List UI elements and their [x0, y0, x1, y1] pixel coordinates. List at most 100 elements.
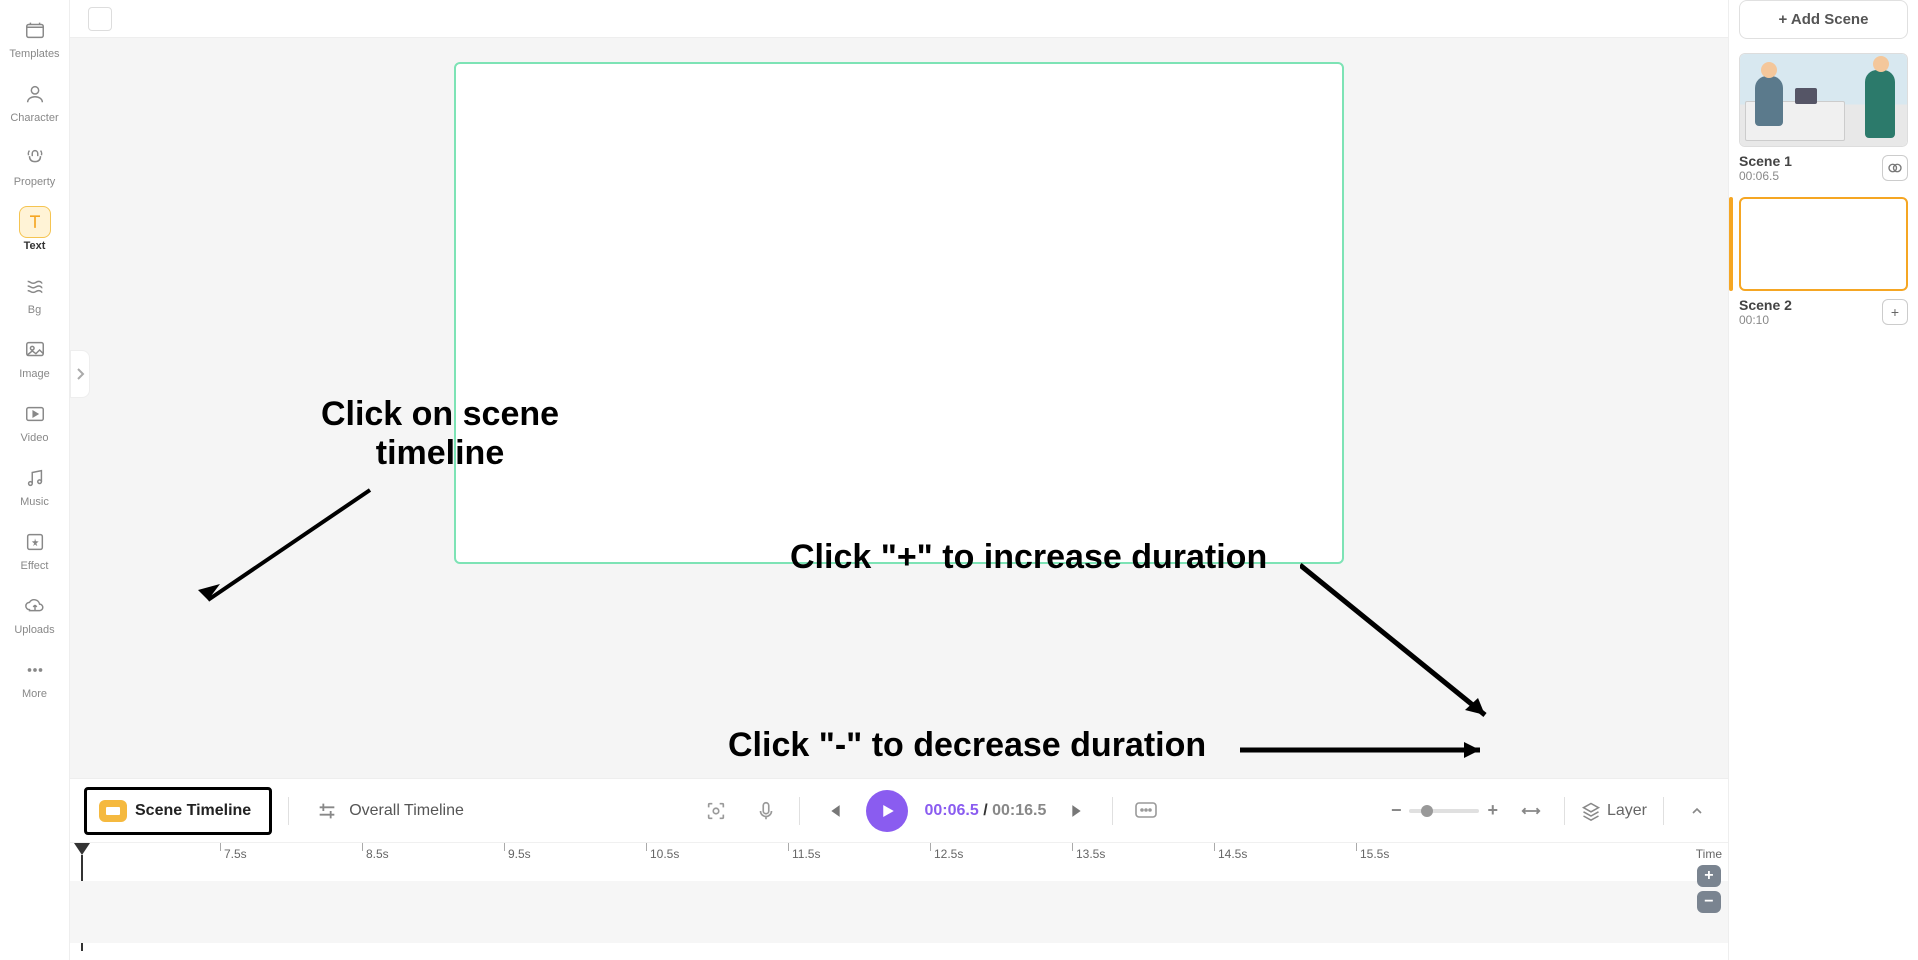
- scene-transition-button[interactable]: [1882, 155, 1908, 181]
- ruler-tick: 12.5s: [934, 847, 963, 861]
- more-icon: [19, 654, 51, 686]
- layer-label: Layer: [1607, 802, 1647, 820]
- text-icon: [19, 206, 51, 238]
- divider: [288, 797, 289, 825]
- timeline-ruler[interactable]: 7.5s 8.5s 9.5s 10.5s 11.5s 12.5s 13.5s 1…: [70, 843, 1728, 869]
- sidebar-item-label: Text: [24, 240, 46, 252]
- sidebar-item-more[interactable]: More: [5, 648, 65, 706]
- sidebar-item-property[interactable]: Property: [5, 136, 65, 194]
- scene-timeline-label: Scene Timeline: [135, 802, 251, 820]
- caption-button[interactable]: [1129, 794, 1163, 828]
- skip-forward-button[interactable]: [1062, 794, 1096, 828]
- scene-card[interactable]: Scene 1 00:06.5: [1739, 53, 1908, 183]
- left-sidebar: Templates Character Property Text Bg Ima…: [0, 0, 70, 960]
- sidebar-item-label: More: [22, 688, 47, 700]
- ruler-tick: 14.5s: [1218, 847, 1247, 861]
- sidebar-item-label: Uploads: [14, 624, 54, 636]
- microphone-button[interactable]: [749, 794, 783, 828]
- sidebar-item-label: Video: [21, 432, 49, 444]
- scene-add-button[interactable]: +: [1882, 299, 1908, 325]
- scene-timeline-icon: [99, 800, 127, 822]
- sidebar-item-templates[interactable]: Templates: [5, 8, 65, 66]
- timeline-toolbar: Scene Timeline Overall Timeline 00:06.5 …: [70, 778, 1728, 842]
- increase-duration-button[interactable]: +: [1697, 865, 1721, 887]
- effect-icon: [19, 526, 51, 558]
- sidebar-item-character[interactable]: Character: [5, 72, 65, 130]
- character-icon: [19, 78, 51, 110]
- collapse-timeline-button[interactable]: [1680, 794, 1714, 828]
- ruler-tick: 8.5s: [366, 847, 389, 861]
- time-display: 00:06.5 / 00:16.5: [924, 802, 1046, 820]
- stage-canvas[interactable]: [454, 62, 1344, 564]
- mini-thumbnail[interactable]: [88, 7, 112, 31]
- ruler-tick: 9.5s: [508, 847, 531, 861]
- ruler-tick: 7.5s: [224, 847, 247, 861]
- camera-focus-button[interactable]: [699, 794, 733, 828]
- time-column-label: Time: [1696, 847, 1722, 861]
- sidebar-item-label: Bg: [28, 304, 41, 316]
- sidebar-item-image[interactable]: Image: [5, 328, 65, 386]
- sidebar-item-label: Effect: [21, 560, 49, 572]
- uploads-icon: [19, 590, 51, 622]
- layer-button[interactable]: Layer: [1581, 801, 1647, 821]
- property-icon: [19, 142, 51, 174]
- sidebar-item-label: Image: [19, 368, 50, 380]
- sidebar-item-label: Character: [10, 112, 58, 124]
- overall-timeline-icon: [313, 800, 341, 822]
- play-button[interactable]: [866, 790, 908, 832]
- scene-thumbnail[interactable]: [1739, 53, 1908, 147]
- decrease-duration-button[interactable]: −: [1697, 891, 1721, 913]
- sidebar-item-label: Music: [20, 496, 49, 508]
- divider: [799, 797, 800, 825]
- canvas-area: [70, 38, 1728, 778]
- scene-thumbnail[interactable]: [1739, 197, 1908, 291]
- zoom-minus[interactable]: −: [1391, 800, 1402, 821]
- sidebar-item-effect[interactable]: Effect: [5, 520, 65, 578]
- expand-panel-handle[interactable]: [70, 350, 90, 398]
- ruler-tick: 15.5s: [1360, 847, 1389, 861]
- zoom-slider[interactable]: [1409, 809, 1479, 813]
- sidebar-item-video[interactable]: Video: [5, 392, 65, 450]
- scene-duration: 00:06.5: [1739, 169, 1792, 183]
- templates-icon: [19, 14, 51, 46]
- divider: [1112, 797, 1113, 825]
- top-strip: [70, 0, 1728, 38]
- scene-title: Scene 1: [1739, 153, 1792, 169]
- music-icon: [19, 462, 51, 494]
- skip-back-button[interactable]: [816, 794, 850, 828]
- image-icon: [19, 334, 51, 366]
- scene-title: Scene 2: [1739, 297, 1792, 313]
- ruler-tick: 11.5s: [792, 847, 820, 861]
- fit-width-button[interactable]: [1514, 794, 1548, 828]
- scene-timeline-button[interactable]: Scene Timeline: [91, 794, 259, 828]
- video-icon: [19, 398, 51, 430]
- zoom-plus[interactable]: +: [1487, 800, 1498, 821]
- ruler-tick: 13.5s: [1076, 847, 1105, 861]
- sidebar-item-uploads[interactable]: Uploads: [5, 584, 65, 642]
- scenes-panel: + Add Scene Scene 1 00:06.5 Scene 2: [1728, 0, 1918, 960]
- sidebar-item-music[interactable]: Music: [5, 456, 65, 514]
- ruler-tick: 10.5s: [650, 847, 679, 861]
- timeline-ruler-area: 7.5s 8.5s 9.5s 10.5s 11.5s 12.5s 13.5s 1…: [70, 842, 1728, 960]
- scene-card[interactable]: Scene 2 00:10 +: [1739, 197, 1908, 327]
- time-current: 00:06.5: [924, 802, 978, 819]
- divider: [1663, 797, 1664, 825]
- time-total: 00:16.5: [992, 802, 1046, 819]
- sidebar-item-label: Property: [14, 176, 56, 188]
- overall-timeline-label: Overall Timeline: [349, 802, 464, 820]
- sidebar-item-label: Templates: [9, 48, 59, 60]
- scene-duration: 00:10: [1739, 313, 1792, 327]
- add-scene-button[interactable]: + Add Scene: [1739, 0, 1908, 39]
- zoom-control[interactable]: − +: [1391, 800, 1498, 821]
- selected-indicator: [1729, 197, 1733, 291]
- main-area: Scene Timeline Overall Timeline 00:06.5 …: [70, 0, 1728, 960]
- scene-timeline-highlight-box: Scene Timeline: [84, 787, 272, 835]
- bg-icon: [19, 270, 51, 302]
- sidebar-item-bg[interactable]: Bg: [5, 264, 65, 322]
- duration-adjust-column: Time + −: [1696, 847, 1722, 913]
- layer-icon: [1581, 801, 1601, 821]
- overall-timeline-button[interactable]: Overall Timeline: [305, 794, 472, 828]
- divider: [1564, 797, 1565, 825]
- timeline-track[interactable]: [70, 881, 1728, 943]
- sidebar-item-text[interactable]: Text: [5, 200, 65, 258]
